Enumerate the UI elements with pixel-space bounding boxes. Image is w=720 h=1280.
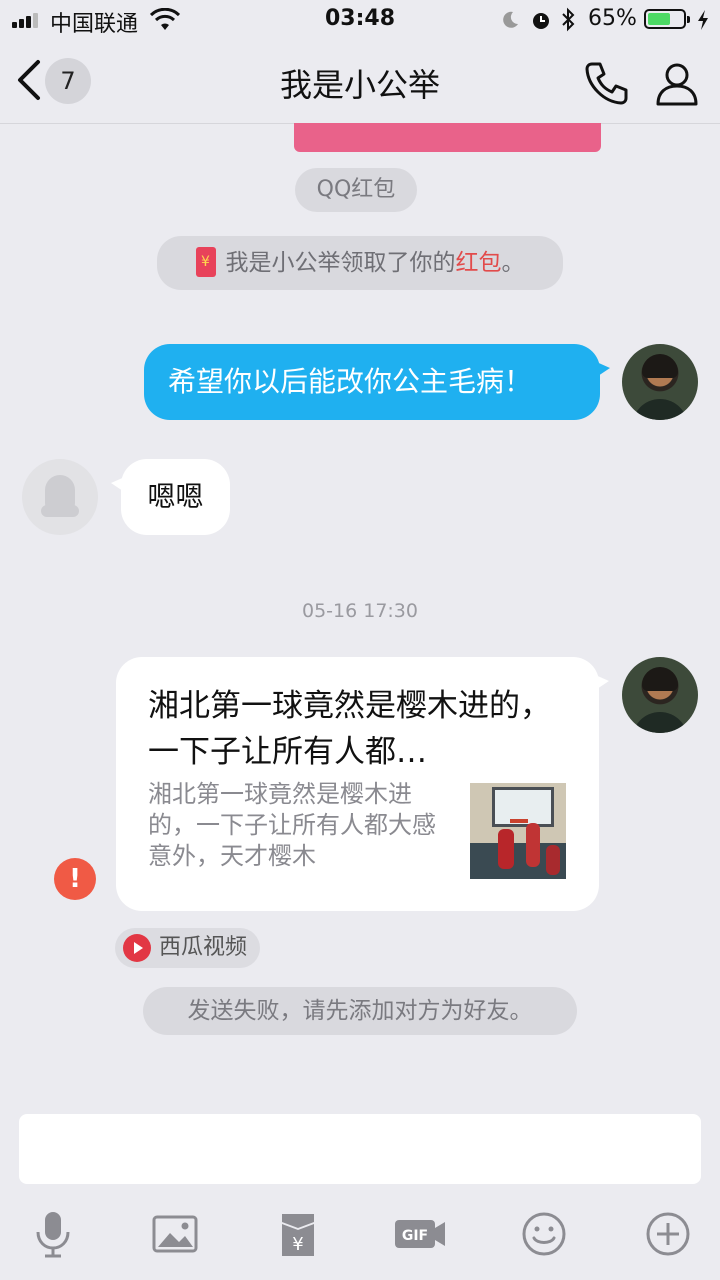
- image-icon[interactable]: [147, 1206, 203, 1262]
- share-description: 湘北第一球竟然是樱木进的，一下子让所有人都大感意外，天才樱木: [148, 780, 436, 870]
- message-input[interactable]: [19, 1114, 701, 1184]
- svg-text:¥: ¥: [292, 1234, 303, 1255]
- gif-icon[interactable]: GIF: [392, 1206, 448, 1262]
- notice-prefix: 我是小公举领取了你的: [225, 250, 456, 276]
- bluetooth-icon: [562, 7, 575, 32]
- input-toolbar: ¥ GIF: [0, 1196, 720, 1280]
- avatar-me[interactable]: [622, 657, 698, 733]
- message-bubble-me[interactable]: 希望你以后能改你公主毛病！: [144, 344, 610, 420]
- moon-icon: [503, 11, 518, 28]
- red-packet-link[interactable]: 红包: [456, 250, 502, 276]
- charging-icon: [698, 10, 708, 30]
- send-failed-notice: 发送失败，请先添加对方为好友。: [143, 987, 577, 1035]
- red-packet-notice: 我是小公举领取了你的红包。: [157, 236, 563, 290]
- notice-suffix: 。: [501, 250, 525, 276]
- battery-icon: [644, 9, 690, 29]
- source-label: 西瓜视频: [159, 935, 248, 960]
- play-icon: [123, 934, 151, 962]
- message-timestamp: 05-16 17:30: [301, 600, 418, 622]
- red-packet-icon: [195, 246, 216, 277]
- shared-video-card[interactable]: 湘北第一球竟然是樱木进的，一下子让所有人都… 湘北第一球竟然是樱木进的，一下子让…: [116, 657, 609, 911]
- avatar-me[interactable]: [622, 344, 698, 420]
- navigation-bar: 7 我是小公举: [0, 40, 720, 124]
- share-title: 湘北第一球竟然是樱木进的，一下子让所有人都…: [148, 688, 551, 770]
- red-packet-icon[interactable]: ¥: [270, 1206, 326, 1262]
- message-bubble-friend[interactable]: 嗯嗯: [111, 459, 230, 535]
- source-tag[interactable]: 西瓜视频: [115, 928, 260, 968]
- penguin-icon: [41, 475, 79, 517]
- battery-percent: 65%: [588, 6, 637, 31]
- send-failed-icon[interactable]: !: [54, 858, 96, 900]
- plus-icon[interactable]: [640, 1206, 696, 1262]
- emoji-icon[interactable]: [516, 1206, 572, 1262]
- status-bar: 中国联通 03:48 65%: [0, 0, 720, 40]
- alarm-icon: [533, 13, 549, 29]
- qq-red-packet-label: QQ红包: [295, 168, 417, 212]
- microphone-icon[interactable]: [25, 1206, 81, 1262]
- avatar-friend[interactable]: [22, 459, 98, 535]
- phone-icon[interactable]: [582, 58, 632, 108]
- red-packet-card[interactable]: [294, 123, 601, 152]
- share-thumbnail: [470, 783, 566, 879]
- svg-text:GIF: GIF: [402, 1228, 428, 1244]
- person-icon[interactable]: [652, 58, 702, 108]
